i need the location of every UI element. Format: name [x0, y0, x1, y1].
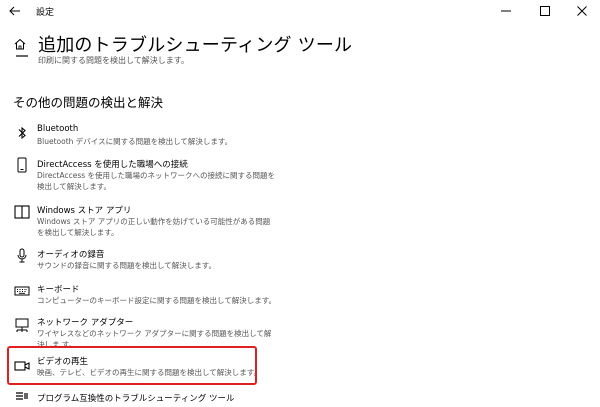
troubleshooter-name: Windows ストア アプリ — [37, 206, 132, 216]
troubleshooter-name: ネットワーク アダプター — [37, 318, 134, 328]
troubleshooter-program-compatibility[interactable]: プログラム互換性のトラブルシューティング ツール — [8, 389, 308, 404]
troubleshooter-audio-recording[interactable]: オーディオの録音 サウンドの録音に関する問題を検出して解決します。 — [8, 245, 284, 275]
phone-icon — [17, 157, 27, 173]
video-camera-icon — [14, 361, 30, 371]
troubleshooter-name: DirectAccess を使用した職場への接続 — [37, 160, 188, 170]
troubleshooter-bluetooth[interactable]: Bluetooth Bluetooth デバイスに関する問題を検出して解決します… — [8, 121, 284, 151]
troubleshooter-description: コンピューターのキーボード設定に関する問題を検出して解決します。 — [37, 296, 277, 305]
app-title: 設定 — [36, 8, 55, 18]
troubleshooter-name: Bluetooth — [37, 124, 79, 134]
maximize-button[interactable] — [527, 0, 563, 22]
close-icon — [577, 6, 587, 16]
troubleshooter-description: Windows ストア アプリの正しい動作を妨げている可能性がある問題を検出して… — [37, 217, 271, 237]
troubleshooter-store-apps[interactable]: Windows ストア アプリ Windows ストア アプリの正しい動作を妨げ… — [8, 201, 284, 241]
keyboard-icon — [14, 286, 30, 296]
home-button[interactable] — [13, 36, 27, 50]
close-button[interactable] — [564, 0, 600, 22]
troubleshooter-directaccess[interactable]: DirectAccess を使用した職場への接続 DirectAccess を使… — [8, 155, 284, 195]
back-arrow-icon — [9, 6, 20, 16]
bluetooth-icon — [18, 126, 26, 140]
maximize-icon — [540, 6, 550, 16]
troubleshooter-description: 映画、テレビ、ビデオの再生に関する問題を検出して解決します。 — [37, 368, 262, 377]
microphone-icon — [17, 248, 27, 263]
title-bar: 設定 — [0, 0, 600, 24]
troubleshooter-description: ワイヤレスなどのネットワーク アダプターに関する問題を検出して解決しま す。 — [37, 329, 272, 349]
troubleshooter-name: ビデオの再生 — [37, 357, 89, 367]
section-title: その他の問題の検出と解決 — [13, 95, 164, 110]
compatibility-icon — [16, 392, 28, 400]
troubleshooter-name: キーボード — [37, 285, 80, 295]
troubleshooter-name: オーディオの録音 — [37, 250, 105, 260]
minimize-icon — [501, 10, 511, 12]
troubleshooter-description: Bluetooth デバイスに関する問題を検出して解決します。 — [37, 137, 233, 146]
troubleshooter-name: プログラム互換性のトラブルシューティング ツール — [37, 394, 235, 404]
printer-item-description: 印刷に関する問題を検出して解決します。 — [38, 56, 189, 65]
back-button[interactable] — [6, 2, 24, 20]
printer-item-partial[interactable]: 印刷に関する問題を検出して解決します。 — [0, 52, 600, 72]
troubleshooter-keyboard[interactable]: キーボード コンピューターのキーボード設定に関する問題を検出して解決します。 — [8, 280, 284, 310]
printer-icon — [16, 55, 28, 57]
troubleshooter-video-playback[interactable]: ビデオの再生 映画、テレビ、ビデオの再生に関する問題を検出して解決します。 — [8, 350, 284, 382]
home-icon — [14, 38, 26, 50]
troubleshooter-description: サウンドの録音に関する問題を検出して解決します。 — [37, 261, 217, 270]
troubleshooter-network-adapter[interactable]: ネットワーク アダプター ワイヤレスなどのネットワーク アダプターに関する問題を… — [8, 313, 284, 349]
troubleshooter-description: DirectAccess を使用した職場のネットワークへの接続に関する問題を検出… — [37, 171, 276, 191]
minimize-button[interactable] — [488, 0, 524, 22]
network-adapter-icon — [15, 318, 29, 332]
store-icon — [14, 205, 30, 219]
